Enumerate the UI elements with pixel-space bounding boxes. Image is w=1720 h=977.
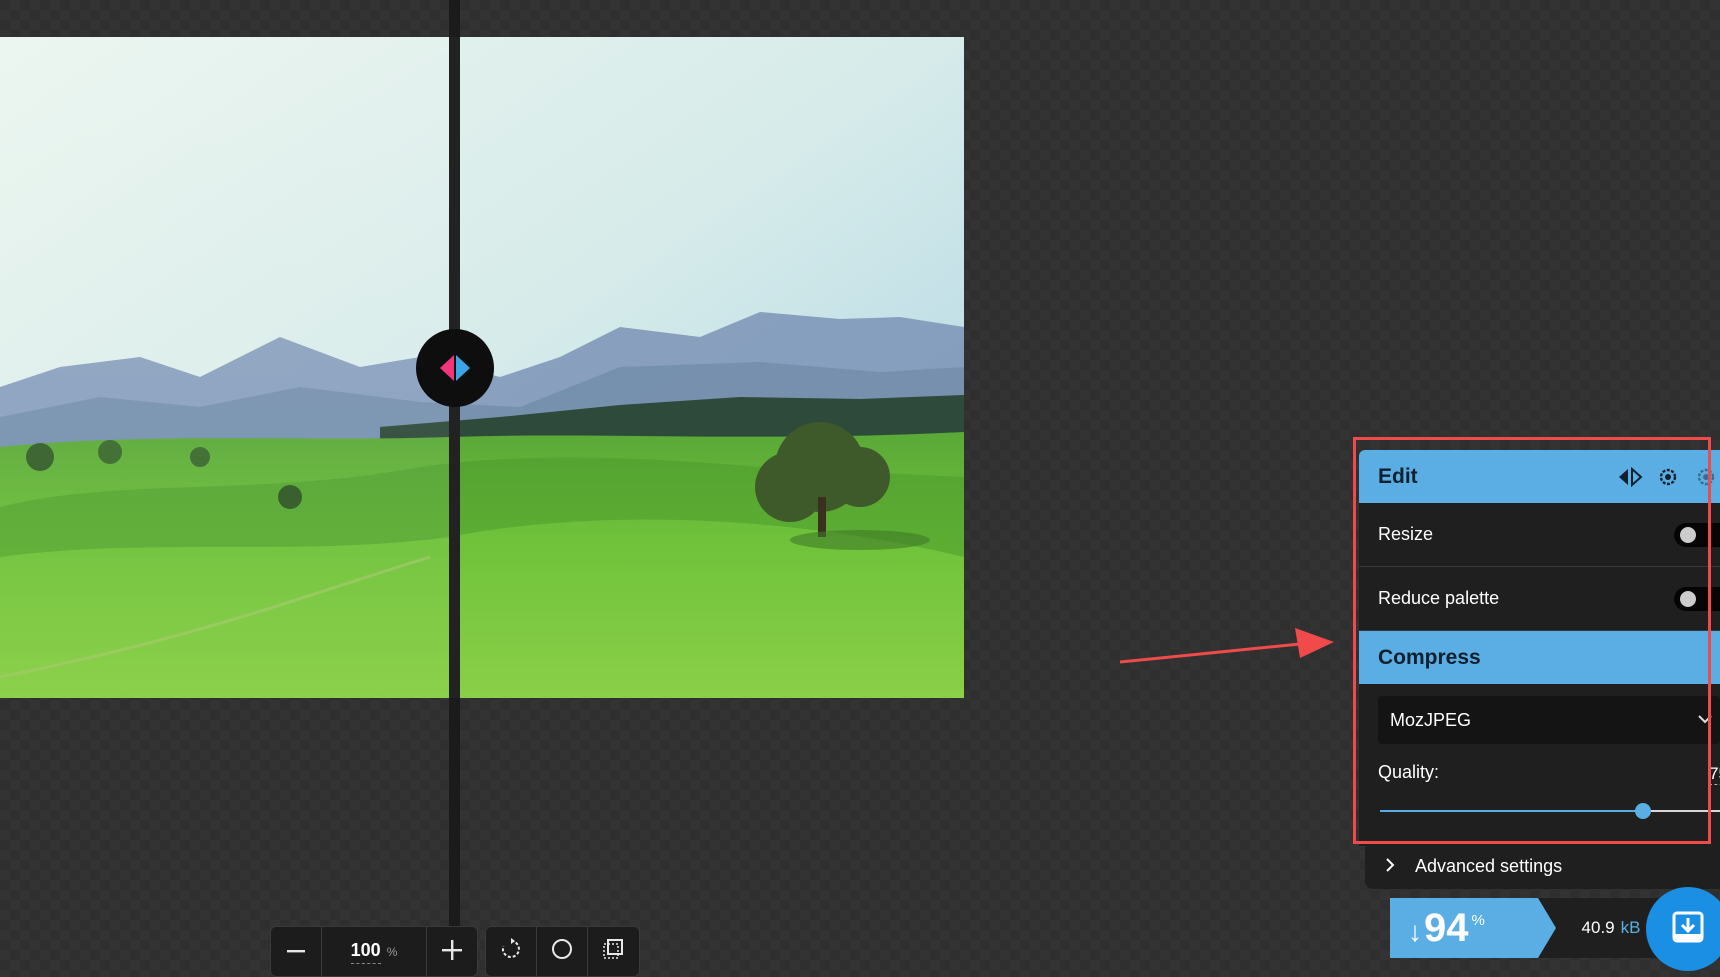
- arrow-right-icon: [456, 355, 470, 381]
- output-size-value: 40.9: [1581, 918, 1615, 937]
- circle-icon: [551, 936, 573, 967]
- savings-percent-sign: %: [1471, 912, 1485, 929]
- quality-slider-fill: [1380, 810, 1643, 812]
- savings-badge: ↓ 94 %: [1390, 898, 1556, 958]
- download-button[interactable]: [1646, 887, 1720, 971]
- gear-upload-icon[interactable]: [1654, 463, 1682, 491]
- compress-title: Compress: [1378, 645, 1481, 669]
- codec-selected-value: MozJPEG: [1390, 709, 1472, 730]
- chevron-down-icon: [1698, 708, 1712, 729]
- savings-percent: 94: [1424, 905, 1469, 950]
- down-arrow-icon: ↓: [1408, 916, 1422, 947]
- gear-icon[interactable]: [1692, 463, 1720, 491]
- zoom-out-button[interactable]: [271, 927, 322, 976]
- chevron-right-icon: [1385, 856, 1395, 877]
- result-bar: ↓ 94 % 40.9 kB: [1390, 898, 1666, 958]
- quality-slider[interactable]: [1380, 803, 1720, 819]
- codec-select[interactable]: MozJPEG: [1378, 696, 1720, 744]
- arrow-left-icon: [440, 355, 454, 381]
- background-toggle-button[interactable]: [537, 927, 588, 976]
- advanced-settings-label: Advanced settings: [1415, 855, 1563, 876]
- edit-title: Edit: [1378, 464, 1418, 488]
- resize-row: Resize: [1359, 503, 1720, 567]
- reduce-palette-label: Reduce palette: [1378, 588, 1500, 608]
- zoom-value[interactable]: 100: [350, 940, 381, 964]
- zoom-toolbar: 100 %: [270, 926, 478, 977]
- edit-header-icons: [1616, 450, 1720, 503]
- comparison-slider-handle[interactable]: [416, 329, 494, 407]
- quality-slider-thumb[interactable]: [1634, 803, 1651, 819]
- plus-icon: [442, 936, 462, 967]
- quality-label: Quality:: [1378, 762, 1440, 782]
- rotate-icon: [500, 936, 522, 967]
- annotation-arrow: [1119, 622, 1340, 672]
- crop-icon: [602, 936, 624, 967]
- codec-select-wrap: MozJPEG: [1359, 684, 1720, 756]
- edit-section-header: Edit: [1359, 450, 1720, 503]
- output-size-unit: kB: [1620, 918, 1641, 937]
- compare-arrows-icon[interactable]: [1616, 463, 1644, 491]
- edit-toolbar: [485, 926, 640, 977]
- zoom-in-button[interactable]: [427, 927, 477, 976]
- download-icon: [1671, 910, 1705, 949]
- reduce-palette-row: Reduce palette: [1359, 567, 1720, 631]
- resize-toggle[interactable]: [1674, 523, 1720, 547]
- quality-value[interactable]: 75: [1709, 764, 1720, 785]
- minus-icon: [287, 936, 305, 967]
- crop-button[interactable]: [588, 927, 638, 976]
- compress-section-header: Compress: [1359, 631, 1720, 684]
- reduce-palette-toggle[interactable]: [1674, 587, 1720, 611]
- original-image-side: [0, 37, 454, 698]
- zoom-level[interactable]: 100 %: [322, 927, 427, 976]
- resize-label: Resize: [1378, 524, 1434, 544]
- quality-row: Quality: 75: [1359, 756, 1720, 847]
- rotate-button[interactable]: [486, 927, 537, 976]
- settings-panel: Edit Resize Reduce palette Compress MozJ…: [1359, 450, 1720, 847]
- zoom-unit: %: [386, 944, 398, 959]
- advanced-settings-toggle[interactable]: Advanced settings: [1365, 843, 1720, 889]
